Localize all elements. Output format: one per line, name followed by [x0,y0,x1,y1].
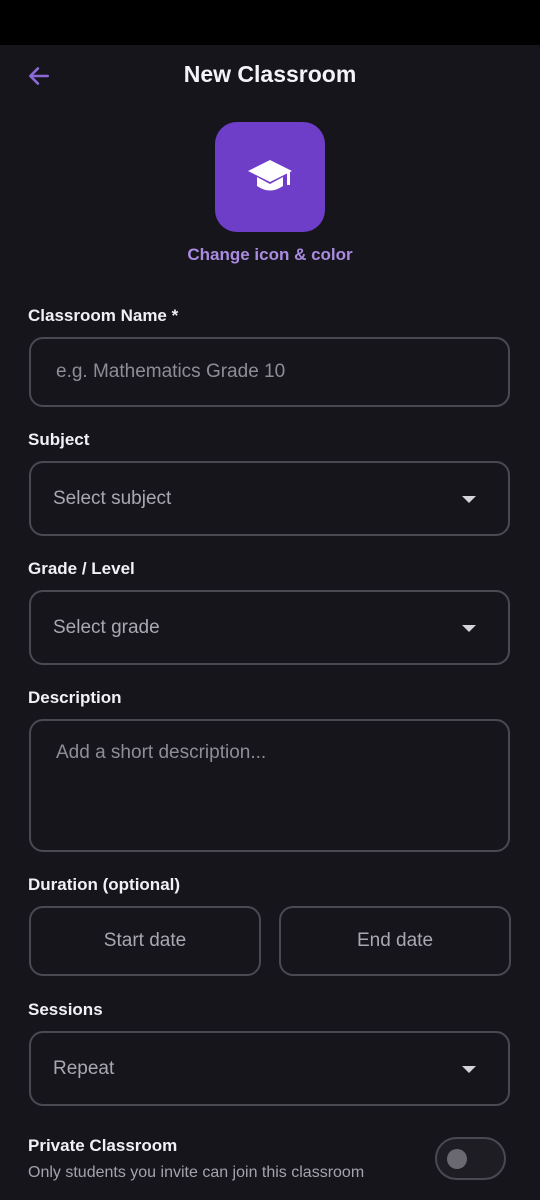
start-date-button[interactable]: Start date [29,906,261,976]
description-textarea[interactable]: Add a short description... [29,719,510,852]
app-bar: New Classroom [0,45,540,107]
chevron-down-icon [462,496,476,503]
classroom-icon-tile[interactable] [215,122,325,232]
page-title: New Classroom [183,61,357,87]
end-date-button[interactable]: End date [279,906,511,976]
subject-label: Subject [28,430,90,449]
duration-label: Duration (optional) [28,875,181,894]
chevron-down-icon [462,625,476,632]
toggle-knob [447,1149,467,1169]
sessions-value: Repeat [53,1058,115,1079]
description-label: Description [28,688,122,707]
private-classroom-label: Private Classroom [28,1136,178,1155]
sessions-label: Sessions [28,1000,103,1019]
private-classroom-description: Only students you invite can join this c… [28,1164,365,1181]
chevron-down-icon [462,1066,476,1073]
subject-select[interactable]: Select subject [29,461,510,536]
private-classroom-toggle[interactable] [435,1137,506,1180]
sessions-select[interactable]: Repeat [29,1031,510,1106]
change-icon-color-link[interactable]: Change icon & color [0,245,540,265]
classroom-name-label: Classroom Name * [28,306,179,325]
status-bar [0,0,540,45]
grade-select[interactable]: Select grade [29,590,510,665]
description-placeholder: Add a short description... [56,742,267,763]
graduation-cap-icon [248,160,292,191]
classroom-name-input[interactable]: e.g. Mathematics Grade 10 [29,337,510,407]
grade-value: Select grade [53,617,160,638]
classroom-name-placeholder: e.g. Mathematics Grade 10 [56,361,286,382]
grade-label: Grade / Level [28,559,135,578]
subject-value: Select subject [53,488,172,509]
